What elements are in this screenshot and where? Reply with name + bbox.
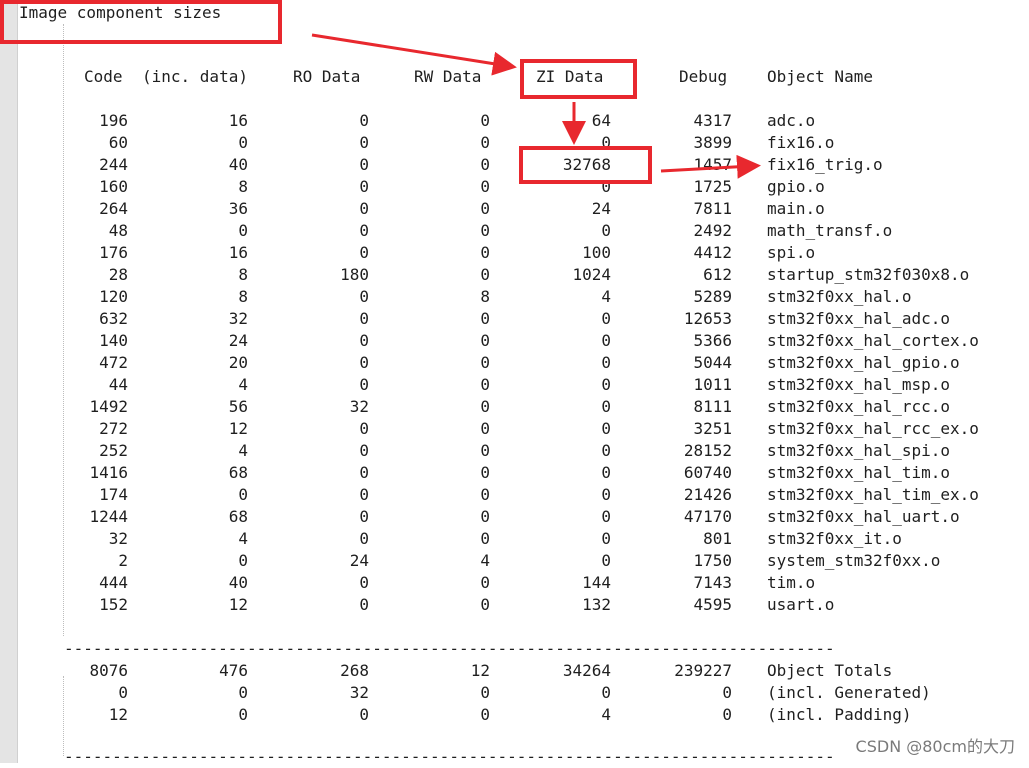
annotation-arrows [311,33,761,179]
watermark-text: CSDN @80cm的大刀 [855,737,1015,756]
arrow-title-to-zi [311,33,517,76]
arrow-to-fix16-trig [660,154,761,179]
